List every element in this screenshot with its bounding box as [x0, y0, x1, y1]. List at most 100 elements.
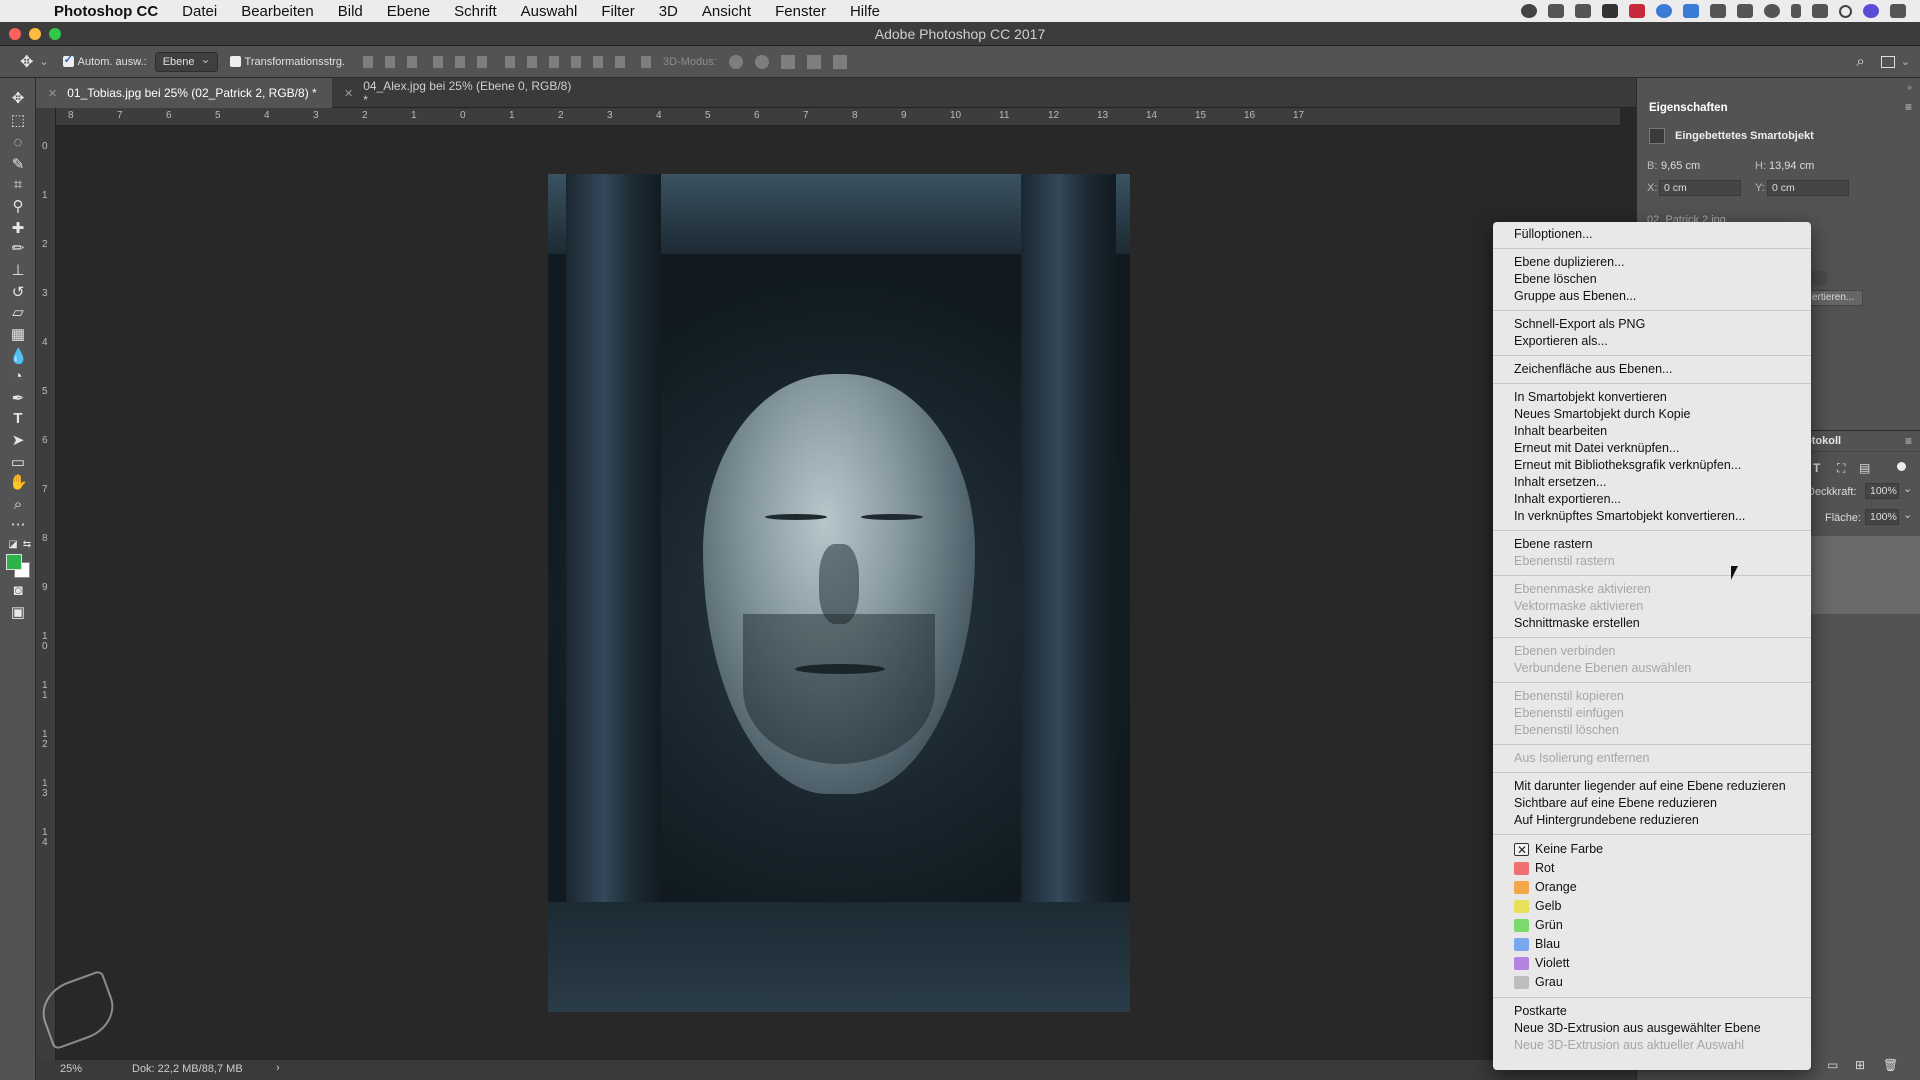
tab-tobias[interactable]: ✕ 01_Tobias.jpg bei 25% (02_Patrick 2, R…	[36, 78, 332, 108]
cloud-icon[interactable]	[1548, 4, 1564, 18]
smartobject-filter-icon[interactable]: ▤	[1859, 461, 1870, 475]
wifi-icon[interactable]	[1812, 4, 1828, 18]
screen-mode-icon[interactable]: ▣	[9, 604, 27, 622]
slide-3d-icon[interactable]	[806, 54, 821, 69]
menu-3d[interactable]: 3D	[647, 3, 690, 20]
auto-select-toggle[interactable]: Autom. ausw.:	[62, 52, 147, 72]
app-red-icon[interactable]	[1629, 4, 1645, 18]
distribute-left-icon[interactable]	[571, 55, 581, 68]
height-value[interactable]: 13,94 cm	[1769, 160, 1814, 172]
menu-hilfe[interactable]: Hilfe	[838, 3, 892, 20]
roll-3d-icon[interactable]	[754, 54, 769, 69]
context-menu-item[interactable]: Sichtbare auf eine Ebene reduzieren	[1493, 795, 1811, 812]
panel-collapse-icon[interactable]: »	[1907, 82, 1912, 92]
creative-cloud-icon[interactable]	[1602, 4, 1618, 18]
auto-align-icon[interactable]	[641, 55, 651, 68]
align-top-icon[interactable]	[363, 55, 373, 68]
type-filter-icon[interactable]: T	[1813, 461, 1820, 475]
label-color-item[interactable]: Orange	[1493, 878, 1811, 897]
label-color-item[interactable]: Rot	[1493, 859, 1811, 878]
transform-controls-checkbox[interactable]	[229, 56, 241, 67]
healing-brush-tool-icon[interactable]: ✚	[9, 220, 27, 238]
dodge-tool-icon[interactable]: ◔	[9, 368, 27, 386]
align-hcenter-icon[interactable]	[455, 55, 465, 68]
type-tool-icon[interactable]: T	[9, 410, 27, 428]
align-bottom-icon[interactable]	[407, 55, 417, 68]
move-tool-preset-icon[interactable]: ✥	[20, 52, 33, 72]
menu-auswahl[interactable]: Auswahl	[509, 3, 590, 20]
filter-toggle-icon[interactable]	[1897, 462, 1906, 471]
menu-ebene[interactable]: Ebene	[375, 3, 442, 20]
context-menu-item[interactable]: Inhalt bearbeiten	[1493, 423, 1811, 440]
new-group-icon[interactable]: ▭	[1827, 1058, 1838, 1072]
marquee-tool-icon[interactable]: ⬚	[9, 112, 27, 130]
align-vcenter-icon[interactable]	[385, 55, 395, 68]
menu-schrift[interactable]: Schrift	[442, 3, 509, 20]
camera-3d-icon[interactable]	[832, 54, 847, 69]
quick-mask-icon[interactable]: ◙	[9, 582, 27, 600]
foreground-color-swatch[interactable]	[6, 554, 22, 570]
context-menu-item[interactable]: Postkarte	[1493, 1003, 1811, 1020]
blur-tool-icon[interactable]: 💧	[9, 348, 28, 366]
context-menu-item[interactable]: In Smartobjekt konvertieren	[1493, 389, 1811, 406]
menu-filter[interactable]: Filter	[589, 3, 646, 20]
eyedropper-tool-icon[interactable]: ⚲	[9, 198, 27, 216]
close-tab-icon[interactable]: ✕	[48, 87, 57, 100]
menu-bearbeiten[interactable]: Bearbeiten	[229, 3, 326, 20]
menu-ansicht[interactable]: Ansicht	[690, 3, 763, 20]
context-menu-item[interactable]: Erneut mit Datei verknüpfen...	[1493, 440, 1811, 457]
vertical-ruler[interactable]: 0 1 2 3 4 5 6 7 8 9 10 11 12 13 14	[36, 108, 56, 1060]
distribute-vcenter-icon[interactable]	[527, 55, 537, 68]
tab-alex[interactable]: ✕ 04_Alex.jpg bei 25% (Ebene 0, RGB/8) *	[332, 78, 592, 108]
menu-datei[interactable]: Datei	[170, 3, 229, 20]
canvas-area[interactable]	[33, 126, 1620, 1060]
more-tools-icon[interactable]: ⋯	[9, 516, 27, 534]
status-menu-arrow[interactable]: ›	[276, 1062, 280, 1074]
lasso-tool-icon[interactable]: ◌	[9, 134, 27, 152]
auto-select-target-dropdown[interactable]: Ebene	[154, 51, 218, 72]
hand-tool-icon[interactable]: ✋	[9, 474, 28, 492]
label-color-item[interactable]: Keine Farbe	[1493, 840, 1811, 860]
context-menu-item[interactable]: Ebene löschen	[1493, 271, 1811, 288]
shape-filter-icon[interactable]: ⛶	[1837, 461, 1845, 476]
convert-button[interactable]: ertieren...	[1807, 290, 1863, 306]
notification-center-icon[interactable]	[1890, 4, 1906, 18]
swap-colors-icon[interactable]: ⇆	[18, 536, 36, 554]
clone-stamp-tool-icon[interactable]: ⊥	[9, 262, 27, 280]
context-menu-item[interactable]: In verknüpftes Smartobjekt konvertieren.…	[1493, 508, 1811, 525]
context-menu-item[interactable]: Neues Smartobjekt durch Kopie	[1493, 406, 1811, 423]
align-right-icon[interactable]	[477, 55, 487, 68]
context-menu-item[interactable]: Erneut mit Bibliotheksgrafik verknüpfen.…	[1493, 457, 1811, 474]
fill-field[interactable]: 100%	[1865, 509, 1899, 525]
label-color-item[interactable]: Grau	[1493, 973, 1811, 992]
width-value[interactable]: 9,65 cm	[1661, 160, 1700, 172]
context-menu-item[interactable]: Inhalt ersetzen...	[1493, 474, 1811, 491]
menu-fenster[interactable]: Fenster	[763, 3, 838, 20]
orbit-3d-icon[interactable]	[728, 54, 743, 69]
context-menu-item[interactable]: Inhalt exportieren...	[1493, 491, 1811, 508]
chevron-down-icon[interactable]: ⌄	[1901, 55, 1910, 68]
context-menu-item[interactable]: Schnell-Export als PNG	[1493, 316, 1811, 333]
new-layer-icon[interactable]: ⊞	[1855, 1058, 1865, 1072]
path-select-tool-icon[interactable]: ➤	[9, 432, 27, 450]
chevron-down-icon[interactable]: ⌄	[1903, 482, 1912, 495]
zoom-tool-icon[interactable]: ⌕	[9, 496, 27, 514]
distribute-top-icon[interactable]	[505, 55, 515, 68]
context-menu-item[interactable]: Fülloptionen...	[1493, 226, 1811, 243]
airplay-icon[interactable]	[1737, 4, 1753, 18]
pen-tool-icon[interactable]: ✒	[9, 390, 27, 408]
chevron-down-icon[interactable]: ⌄	[1903, 508, 1912, 521]
context-menu-item[interactable]: Zeichenfläche aus Ebenen...	[1493, 361, 1811, 378]
gradient-tool-icon[interactable]: ▦	[9, 326, 27, 344]
chevron-down-icon[interactable]: ⌄	[39, 52, 48, 72]
context-menu-item[interactable]: Ebene duplizieren...	[1493, 254, 1811, 271]
sync-icon[interactable]	[1656, 4, 1672, 18]
properties-tab[interactable]: Eigenschaften	[1649, 102, 1728, 114]
crop-tool-icon[interactable]: ⌗	[9, 176, 27, 194]
label-color-item[interactable]: Violett	[1493, 954, 1811, 973]
record-icon[interactable]	[1521, 4, 1537, 18]
distribute-right-icon[interactable]	[615, 55, 625, 68]
context-menu-item[interactable]: Exportieren als...	[1493, 333, 1811, 350]
distribute-hcenter-icon[interactable]	[593, 55, 603, 68]
distribute-bottom-icon[interactable]	[549, 55, 559, 68]
